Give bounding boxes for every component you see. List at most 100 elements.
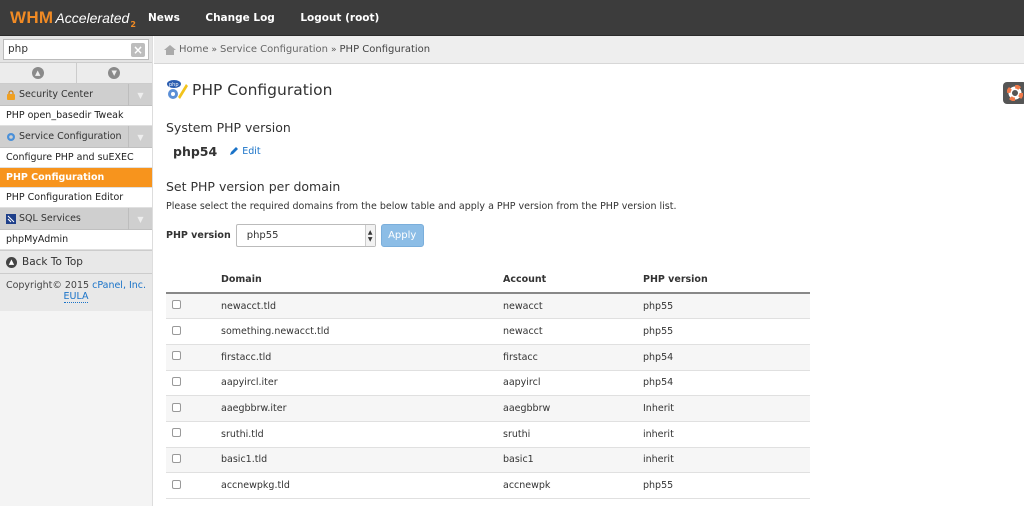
breadcrumb-current: PHP Configuration: [339, 44, 431, 55]
domain-cell: basic1.tld: [221, 447, 503, 474]
search-input[interactable]: php ×: [3, 38, 149, 60]
php-version-cell: php54: [643, 344, 810, 371]
sidebar-item-php-open-basedir-tweak[interactable]: PHP open_basedir Tweak: [0, 106, 152, 126]
main-content: php PHP Configuration System PHP version…: [166, 64, 966, 499]
breadcrumb-separator: »: [211, 44, 218, 55]
row-select-cell: [166, 395, 221, 422]
domain-cell: something.newacct.tld: [221, 318, 503, 345]
header-php-version[interactable]: PHP version: [643, 266, 810, 294]
sidebar-item-php-configuration-editor[interactable]: PHP Configuration Editor: [0, 188, 152, 208]
row-select-cell: [166, 370, 221, 397]
php-version-cell: php55: [643, 472, 810, 499]
row-checkbox[interactable]: [172, 479, 181, 489]
lock-icon: [7, 89, 15, 100]
sidebar-search: php ×: [0, 36, 152, 63]
row-checkbox[interactable]: [172, 402, 181, 412]
nav-news-link[interactable]: News: [148, 12, 180, 24]
home-icon: [164, 44, 176, 55]
header-account[interactable]: Account: [503, 266, 643, 294]
breadcrumb-service-configuration[interactable]: Service Configuration: [220, 44, 328, 55]
account-cell: sruthi: [503, 421, 643, 448]
collapse-all-button[interactable]: ▲: [0, 63, 77, 83]
table-row: aapyircl.iter aapyircl php54: [166, 370, 810, 397]
chevron-down-icon: ▼: [108, 67, 121, 79]
row-checkbox[interactable]: [172, 325, 181, 335]
clear-search-icon[interactable]: ×: [131, 42, 145, 57]
domain-cell: newacct.tld: [221, 293, 503, 320]
row-checkbox[interactable]: [172, 376, 181, 386]
table-row: something.newacct.tld newacct php55: [166, 318, 810, 345]
back-to-top-label: Back To Top: [22, 256, 83, 268]
expand-all-button[interactable]: ▼: [77, 63, 153, 83]
sidebar-item-phpmyadmin[interactable]: phpMyAdmin: [0, 230, 152, 250]
domain-cell: firstacc.tld: [221, 344, 503, 371]
table-header-row: Domain Account PHP version: [166, 266, 810, 294]
account-cell: aaegbbrw: [503, 395, 643, 422]
apply-button[interactable]: Apply: [380, 224, 424, 247]
caret-down-icon[interactable]: ▼: [128, 208, 152, 230]
cpanel-link[interactable]: cPanel, Inc.: [92, 280, 146, 291]
account-cell: newacct: [503, 293, 643, 320]
table-row: newacct.tld newacct php55: [166, 293, 810, 320]
search-value: php: [8, 43, 28, 55]
table-row: aaegbbrw.iter aaegbbrw Inherit: [166, 395, 810, 422]
sidebar-category-sql-services[interactable]: SQL Services ▼: [0, 208, 152, 230]
copyright: Copyright© 2015 cPanel, Inc. EULA: [0, 274, 152, 311]
header-domain[interactable]: Domain: [221, 266, 503, 294]
caret-down-icon[interactable]: ▼: [128, 84, 152, 106]
php-version-select[interactable]: php55 ▲ ▼: [235, 224, 376, 247]
header-select: [166, 266, 221, 294]
whm-logo[interactable]: WHM Accelerated 2: [0, 8, 148, 29]
caret-down-icon[interactable]: ▼: [128, 126, 152, 148]
nav-logout-link[interactable]: Logout (root): [300, 12, 379, 24]
php-version-cell: php55: [643, 293, 810, 320]
row-select-cell: [166, 318, 221, 345]
system-php-version-value: php54: [173, 144, 218, 159]
domains-table: Domain Account PHP version newacct.tld ne…: [166, 266, 810, 499]
database-icon: [6, 213, 16, 224]
edit-link[interactable]: Edit: [229, 146, 261, 157]
row-checkbox[interactable]: [172, 300, 181, 310]
row-checkbox[interactable]: [172, 428, 181, 438]
account-cell: aapyircl: [503, 370, 643, 397]
system-php-version: php54 Edit: [166, 144, 966, 159]
php-version-cell: inherit: [643, 421, 810, 448]
eula-link[interactable]: EULA: [63, 291, 89, 303]
top-nav-links: News Change Log Logout (root): [148, 11, 401, 24]
account-cell: accnewpk: [503, 472, 643, 499]
back-to-top-button[interactable]: ▲ Back To Top: [0, 250, 152, 274]
row-select-cell: [166, 293, 221, 320]
system-php-heading: System PHP version: [166, 120, 291, 135]
row-select-cell: [166, 344, 221, 371]
nav-changelog-link[interactable]: Change Log: [205, 12, 274, 24]
category-label: Security Center: [19, 89, 94, 100]
row-checkbox[interactable]: [172, 453, 181, 463]
page-title: php PHP Configuration: [166, 78, 966, 102]
lifebuoy-icon: [1007, 85, 1023, 101]
sidebar-category-service-configuration[interactable]: Service Configuration ▼: [0, 126, 152, 148]
sidebar-item-php-configuration[interactable]: PHP Configuration: [0, 168, 152, 188]
logo-version: 2: [130, 19, 136, 29]
php-version-label: PHP version: [166, 230, 231, 241]
account-cell: basic1: [503, 447, 643, 474]
sidebar-item-configure-php-suexec[interactable]: Configure PHP and suEXEC: [0, 148, 152, 168]
help-lifebuoy-button[interactable]: [1003, 82, 1024, 104]
breadcrumb: Home » Service Configuration » PHP Confi…: [154, 36, 1024, 64]
dropdown-arrow-icon: ▲ ▼: [364, 225, 375, 246]
page-heading: PHP Configuration: [192, 81, 333, 99]
logo-accelerated: Accelerated: [55, 9, 130, 26]
row-select-cell: [166, 447, 221, 474]
svg-text:php: php: [169, 82, 179, 88]
row-checkbox[interactable]: [172, 351, 181, 361]
sidebar: php × ▲ ▼ Security Center ▼ PHP open_bas…: [0, 36, 153, 506]
sidebar-category-security-center[interactable]: Security Center ▼: [0, 84, 152, 106]
per-domain-description: Please select the required domains from …: [166, 201, 677, 212]
php-version-cell: inherit: [643, 447, 810, 474]
category-label: Service Configuration: [19, 131, 122, 142]
breadcrumb-home[interactable]: Home: [179, 44, 209, 55]
copyright-text: Copyright© 2015: [5, 280, 90, 291]
category-label: SQL Services: [19, 213, 81, 224]
breadcrumb-separator: »: [331, 44, 337, 55]
arrow-up-icon: ▲: [6, 256, 17, 268]
domain-cell: aaegbbrw.iter: [221, 395, 503, 422]
